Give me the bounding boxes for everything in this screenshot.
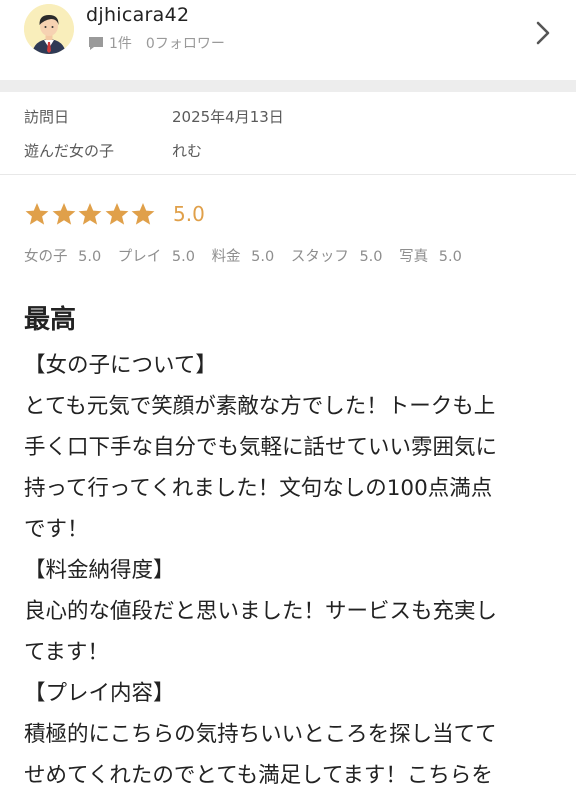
star-icon: [51, 202, 77, 226]
review-line: せめてくれたのでとても満足してます！こちらを: [24, 763, 493, 788]
sub-score-photo: 写真 5.0: [399, 249, 462, 265]
review-line: てます！: [24, 640, 109, 665]
post-count: 1件: [109, 36, 132, 52]
section-divider: [0, 80, 576, 92]
review-body: 【女の子について】 とても元気で笑顔が素敵な方でした！トークも上 手く口下手な自…: [24, 345, 552, 796]
sub-scores: 女の子 5.0 プレイ 5.0 料金 5.0 スタッフ 5.0 写真 5.0: [24, 245, 474, 266]
review-line: 【プレイ内容】: [24, 681, 175, 706]
girl-name[interactable]: れむ: [172, 140, 202, 161]
review-line: とても元気で笑顔が素敵な方でした！トークも上: [24, 394, 496, 419]
follower-count: 0フォロワー: [145, 36, 225, 52]
review-title: 最高: [24, 305, 77, 335]
sub-score-price: 料金 5.0: [211, 249, 275, 265]
star-icon: [24, 202, 50, 226]
visit-date-value: 2025年4月13日: [172, 108, 284, 126]
star-icon: [104, 202, 130, 226]
visit-date-label: 訪問日: [24, 108, 70, 126]
user-meta: 1件 0フォロワー: [88, 33, 225, 53]
sub-score-staff: スタッフ 5.0: [290, 249, 383, 265]
review-line: 積極的にこちらの気持ちいいところを探し当てて: [24, 722, 497, 747]
businessman-avatar-icon: [24, 4, 74, 54]
girl-label: 遊んだ女の子: [24, 142, 115, 160]
chevron-right-icon[interactable]: [534, 20, 552, 46]
star-rating: [24, 202, 157, 226]
review-line: 【料金納得度】: [24, 558, 175, 583]
star-icon: [77, 202, 103, 226]
review-line: 持って行ってくれました！文句なしの100点満点: [24, 476, 493, 501]
sub-score-play: プレイ 5.0: [117, 249, 195, 265]
review-line: 良心的な値段だと思いました！サービスも充実し: [24, 599, 498, 624]
sub-score-girl: 女の子 5.0: [24, 249, 102, 265]
comment-icon: [88, 36, 104, 51]
overall-score: 5.0: [173, 202, 205, 226]
divider-line: [0, 174, 576, 175]
review-line: 【女の子について】: [24, 353, 217, 378]
user-name[interactable]: djhicara42: [86, 4, 189, 26]
reviewer-header[interactable]: djhicara42 1件 0フォロワー: [0, 0, 576, 78]
review-line: 手く口下手な自分でも気軽に話せていい雰囲気に: [24, 435, 498, 460]
star-icon: [130, 202, 156, 226]
review-line: です！: [24, 517, 89, 542]
